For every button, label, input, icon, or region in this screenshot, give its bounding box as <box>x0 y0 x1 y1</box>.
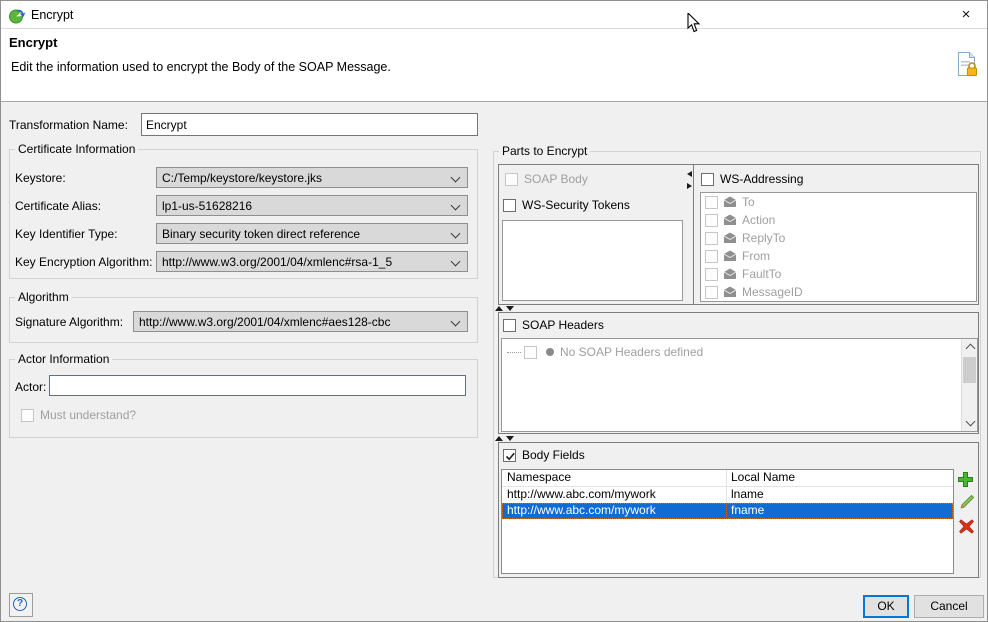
vertical-scrollbar[interactable] <box>961 339 977 431</box>
table-row-selected[interactable]: http://www.abc.com/mywork fname <box>502 503 953 519</box>
splitter-collapse-up-icon[interactable] <box>495 306 503 311</box>
algorithm-legend: Algorithm <box>15 290 72 304</box>
transformation-name-input[interactable] <box>141 113 478 136</box>
envelope-icon <box>723 232 737 244</box>
envelope-icon <box>723 196 737 208</box>
ws-addressing-item-action: Action <box>701 211 976 229</box>
soap-headers-list: No SOAP Headers defined <box>501 338 978 432</box>
help-icon: ? <box>13 597 27 611</box>
ws-addressing-item-from: From <box>701 247 976 265</box>
checkbox-icon <box>705 250 718 263</box>
checkbox-icon <box>503 319 516 332</box>
title-bar: Encrypt × <box>1 1 987 29</box>
keystore-label: Keystore: <box>15 171 66 185</box>
must-understand-checkbox: Must understand? <box>21 408 136 422</box>
checkbox-icon <box>505 173 518 186</box>
ws-security-tokens-list[interactable] <box>502 220 683 301</box>
signature-algorithm-select[interactable]: http://www.w3.org/2001/04/xmlenc#aes128-… <box>133 311 468 332</box>
actor-information-legend: Actor Information <box>15 352 112 366</box>
cancel-button[interactable]: Cancel <box>914 595 984 618</box>
certificate-information-legend: Certificate Information <box>15 142 138 156</box>
scroll-up-icon[interactable] <box>966 344 976 354</box>
bullet-icon <box>546 348 554 356</box>
key-identifier-type-select[interactable]: Binary security token direct reference <box>156 223 468 244</box>
envelope-icon <box>723 268 737 280</box>
help-button[interactable]: ? <box>9 593 33 617</box>
soap-headers-checkbox[interactable]: SOAP Headers <box>503 318 604 332</box>
ws-addressing-checkbox[interactable]: WS-Addressing <box>701 172 803 186</box>
scroll-down-icon[interactable] <box>966 417 976 427</box>
checkbox-icon <box>705 214 718 227</box>
chevron-down-icon <box>451 317 461 327</box>
table-row[interactable]: http://www.abc.com/mywork lname <box>502 487 953 503</box>
splitter-collapse-up-icon[interactable] <box>495 436 503 441</box>
table-header-row: Namespace Local Name <box>502 470 953 487</box>
ws-addressing-pane: WS-Addressing To Action ReplyTo <box>693 165 981 304</box>
encrypt-dialog: Encrypt × Encrypt Edit the information u… <box>0 0 988 622</box>
key-identifier-type-label: Key Identifier Type: <box>15 227 118 241</box>
chevron-down-icon <box>451 229 461 239</box>
ws-security-tokens-checkbox[interactable]: WS-Security Tokens <box>503 198 630 212</box>
checkbox-icon <box>524 346 537 359</box>
checkbox-icon <box>503 449 516 462</box>
signature-algorithm-label: Signature Algorithm: <box>15 315 123 329</box>
checkbox-icon <box>705 268 718 281</box>
splitter-expand-down-icon[interactable] <box>506 306 514 311</box>
parts-to-encrypt-legend: Parts to Encrypt <box>499 144 590 158</box>
ws-addressing-item-faultto: FaultTo <box>701 265 976 283</box>
transform-icon <box>9 7 26 24</box>
chevron-down-icon <box>451 257 461 267</box>
checkbox-icon <box>705 286 718 299</box>
envelope-icon <box>723 286 737 298</box>
checkbox-icon <box>21 409 34 422</box>
key-encryption-algorithm-label: Key Encryption Algorithm: <box>15 255 152 269</box>
keystore-select[interactable]: C:/Temp/keystore/keystore.jks <box>156 167 468 188</box>
body-fields-section: Body Fields Namespace Local Name http://… <box>498 442 979 578</box>
checkbox-icon <box>705 232 718 245</box>
soap-body-checkbox: SOAP Body <box>505 172 588 186</box>
checkbox-icon <box>705 196 718 209</box>
ws-addressing-list: To Action ReplyTo From <box>700 192 977 302</box>
envelope-icon <box>723 250 737 262</box>
window-title: Encrypt <box>31 8 73 22</box>
checkbox-icon <box>503 199 516 212</box>
certificate-alias-select[interactable]: lp1-us-51628216 <box>156 195 468 216</box>
splitter-expand-right-icon[interactable] <box>687 183 692 189</box>
body-fields-checkbox[interactable]: Body Fields <box>503 448 585 462</box>
add-button[interactable] <box>957 471 974 488</box>
mouse-cursor <box>687 13 701 33</box>
actor-information-group: Actor Information <box>9 359 478 438</box>
splitter-collapse-left-icon[interactable] <box>687 171 692 177</box>
scrollbar-thumb[interactable] <box>963 357 976 383</box>
ws-addressing-item-replyto: ReplyTo <box>701 229 976 247</box>
soap-headers-empty-row: No SOAP Headers defined <box>507 345 703 359</box>
page-title: Encrypt <box>9 35 57 50</box>
tree-leader <box>507 352 521 353</box>
actor-input[interactable] <box>49 375 466 396</box>
parts-top-section: SOAP Body WS-Security Tokens WS-Addressi… <box>498 164 979 305</box>
actor-label: Actor: <box>15 380 46 394</box>
soap-headers-section: SOAP Headers No SOAP Headers defined <box>498 312 979 434</box>
secure-document-icon <box>955 51 979 79</box>
checkbox-icon <box>701 173 714 186</box>
ws-addressing-item-to: To <box>701 193 976 211</box>
splitter-expand-down-icon[interactable] <box>506 436 514 441</box>
chevron-down-icon <box>451 201 461 211</box>
page-description: Edit the information used to encrypt the… <box>11 60 391 74</box>
transformation-name-label: Transformation Name: <box>9 118 128 132</box>
key-encryption-algorithm-select[interactable]: http://www.w3.org/2001/04/xmlenc#rsa-1_5 <box>156 251 468 272</box>
edit-button[interactable] <box>958 494 975 511</box>
delete-button[interactable] <box>958 518 975 535</box>
ok-button[interactable]: OK <box>863 595 909 618</box>
close-icon[interactable]: × <box>955 4 977 26</box>
chevron-down-icon <box>451 173 461 183</box>
column-header-local-name: Local Name <box>726 470 953 486</box>
certificate-alias-label: Certificate Alias: <box>15 199 101 213</box>
envelope-icon <box>723 214 737 226</box>
body-fields-table: Namespace Local Name http://www.abc.com/… <box>501 469 954 574</box>
column-header-namespace: Namespace <box>502 470 726 486</box>
ws-addressing-item-messageid: MessageID <box>701 283 976 301</box>
